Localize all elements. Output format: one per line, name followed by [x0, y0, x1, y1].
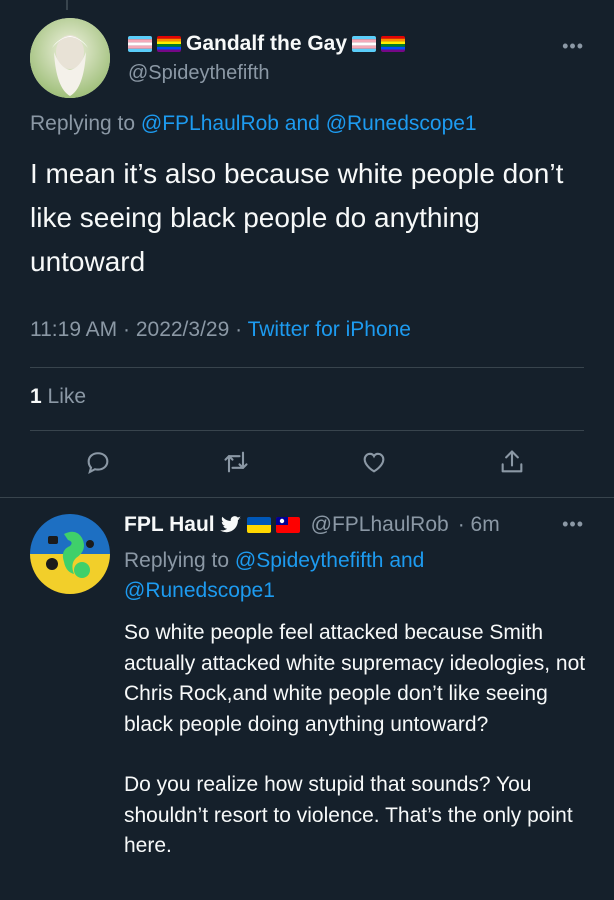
ukraine-flag-icon — [246, 517, 271, 533]
reply-paragraph: So white people feel attacked because Sm… — [124, 621, 586, 736]
tweet-text: I mean it’s also because white people do… — [30, 158, 564, 277]
reply-time[interactable]: · 6m — [458, 513, 500, 537]
retweet-icon[interactable] — [218, 444, 254, 480]
trans-flag-icon — [352, 36, 377, 52]
pride-flag-icon — [157, 36, 181, 52]
divider — [30, 430, 584, 431]
tweet-separator — [0, 497, 614, 498]
mention-link[interactable]: @Runedscope1 — [326, 112, 477, 135]
share-icon[interactable] — [494, 444, 530, 480]
reply-author-row: FPL Haul @FPLhaulRob · 6m — [124, 510, 500, 540]
replying-prefix: Replying to — [30, 112, 141, 135]
pride-flag-icon — [381, 36, 406, 52]
replying-to: Replying to @Spideythefifth and @Runedsco… — [124, 546, 594, 606]
tweet-client[interactable]: Twitter for iPhone — [248, 318, 411, 341]
author-handle[interactable]: @Spideythefifth — [128, 62, 270, 85]
replying-prefix: Replying to — [124, 549, 235, 572]
replying-and: and — [278, 112, 326, 135]
meta-separator: · — [117, 318, 136, 341]
mention-link[interactable]: @Runedscope1 — [124, 579, 275, 602]
like-count: 1 — [30, 385, 42, 408]
taiwan-flag-icon — [275, 517, 300, 533]
like-label: Like — [41, 385, 87, 408]
replying-and: and — [383, 549, 425, 572]
like-icon[interactable] — [356, 444, 392, 480]
twitter-bird-icon — [219, 516, 242, 534]
likes-count[interactable]: 1 Like — [30, 385, 86, 409]
reply-author-handle[interactable]: @FPLhaulRob — [311, 513, 449, 537]
reply-tweet-text: So white people feel attacked because Sm… — [124, 618, 594, 892]
author-name-row: Gandalf the Gay — [128, 30, 406, 58]
tweet-date[interactable]: 2022/3/29 — [136, 318, 229, 341]
mention-link[interactable]: @Spideythefifth — [235, 549, 384, 572]
tweet-actions — [0, 444, 614, 484]
divider — [30, 367, 584, 368]
more-options-icon[interactable]: ••• — [562, 36, 584, 57]
replying-to: Replying to @FPLhaulRob and @Runedscope1 — [30, 112, 477, 136]
main-tweet: Gandalf the Gay @Spideythefifth ••• Repl… — [0, 0, 614, 497]
meta-separator: · — [229, 318, 248, 341]
more-options-icon[interactable]: ••• — [562, 514, 584, 535]
reply-icon[interactable] — [80, 444, 116, 480]
reply-author-name[interactable]: FPL Haul — [124, 513, 215, 537]
tweet-time[interactable]: 11:19 AM — [30, 318, 117, 341]
trans-flag-icon — [128, 36, 152, 52]
avatar[interactable] — [30, 18, 110, 98]
mention-link[interactable]: @FPLhaulRob — [141, 112, 279, 135]
author-display-name[interactable]: Gandalf the Gay — [186, 32, 347, 56]
avatar[interactable] — [30, 514, 110, 594]
tweet-meta: 11:19 AM · 2022/3/29 · Twitter for iPhon… — [30, 318, 411, 342]
reply-paragraph: Do you realize how stupid that sounds? Y… — [124, 773, 573, 857]
